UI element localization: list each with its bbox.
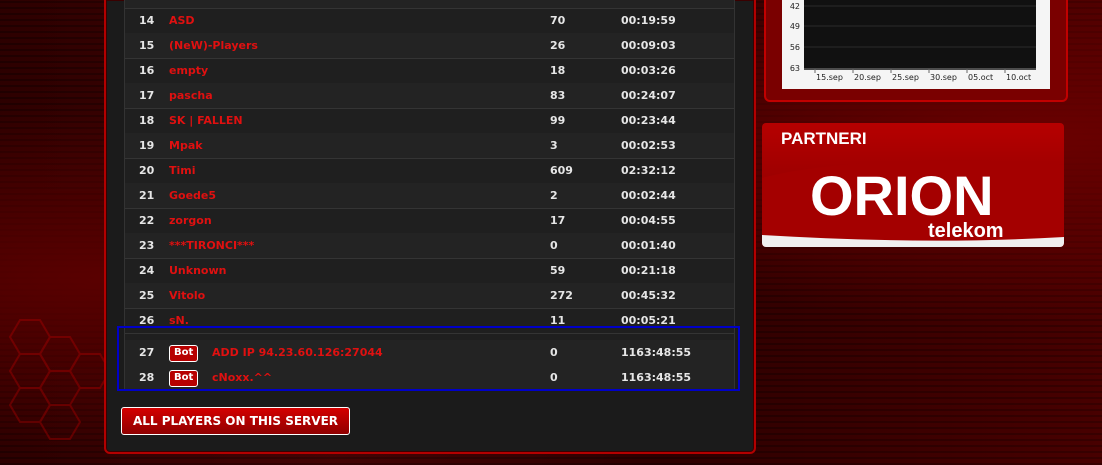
player-name[interactable]: zorgon: [169, 208, 212, 233]
player-rank: 19: [139, 139, 155, 152]
bot-badge: Bot: [169, 370, 199, 387]
table-row: 19 Mpak 3 00:02:53: [125, 133, 734, 159]
player-name[interactable]: Unknown: [169, 258, 226, 283]
player-score: 70: [550, 14, 566, 27]
player-time: 00:45:32: [621, 289, 676, 302]
player-name[interactable]: ASD: [169, 8, 195, 33]
svg-text:telekom: telekom: [928, 220, 1004, 242]
orion-telekom-logo: ORION telekom: [810, 165, 1004, 242]
table-row: 23 ***TIRONCI*** 0 00:01:40: [125, 233, 734, 259]
bot-badge: Bot: [169, 345, 199, 362]
table-row: 17 pascha 83 00:24:07: [125, 83, 734, 109]
player-history-chart: 42 49 56 63 15.sep 20.sep 25.sep 30.sep 05.oct 1…: [782, 0, 1050, 89]
player-score: 99: [550, 114, 566, 127]
table-row: 18 SK | FALLEN 99 00:23:44: [125, 108, 734, 134]
player-score: 83: [550, 89, 566, 102]
player-time: 1163:48:55: [621, 346, 692, 359]
player-name[interactable]: pascha: [169, 83, 213, 108]
player-rank: 16: [139, 64, 155, 77]
y-tick-label: 49: [790, 22, 800, 31]
player-table: 14 ASD 70 00:19:59 15 (NeW)-Players 26 00:09:03…: [124, 0, 735, 391]
x-tick-label: 20.sep: [854, 73, 881, 82]
table-row: 21 Goede5 2 00:02:44: [125, 183, 734, 209]
player-time: 1163:48:55: [621, 371, 692, 384]
player-name[interactable]: ADD IP 94.23.60.126:27044: [212, 340, 383, 365]
partner-title: PARTNERI: [781, 129, 867, 148]
bot-row: 28 Bot cNoxx.^^ 0 1163:48:55: [125, 365, 734, 391]
player-score: 0: [550, 239, 558, 252]
player-name[interactable]: sN.: [169, 308, 189, 333]
player-time: 00:19:59: [621, 14, 676, 27]
player-name[interactable]: (NeW)-Players: [169, 33, 258, 58]
all-players-button[interactable]: ALL PLAYERS ON THIS SERVER: [121, 407, 350, 435]
player-name[interactable]: cNoxx.^^: [212, 365, 272, 390]
y-tick-label: 42: [790, 2, 800, 11]
player-rank: 24: [139, 264, 155, 277]
player-rank: 26: [139, 314, 155, 327]
player-score: 17: [550, 214, 566, 227]
player-time: 00:02:44: [621, 189, 676, 202]
player-time: 00:21:18: [621, 264, 676, 277]
table-row: 15 (NeW)-Players 26 00:09:03: [125, 33, 734, 59]
player-score: 11: [550, 314, 566, 327]
player-name[interactable]: Mpak: [169, 133, 203, 158]
player-rank: 22: [139, 214, 155, 227]
player-name[interactable]: empty: [169, 58, 208, 83]
player-rank: 20: [139, 164, 155, 177]
player-name[interactable]: Timi: [169, 158, 196, 183]
player-rank: 14: [139, 14, 155, 27]
player-time: 00:01:40: [621, 239, 676, 252]
player-name[interactable]: ***TIRONCI***: [169, 233, 254, 258]
player-score: 609: [550, 164, 573, 177]
player-score: 26: [550, 39, 566, 52]
svg-text:ORION: ORION: [810, 165, 994, 227]
player-score: 18: [550, 64, 566, 77]
player-rank: 28: [139, 371, 155, 384]
hexagon-decoration: [8, 319, 105, 440]
player-time: 00:24:07: [621, 89, 676, 102]
player-time: 00:23:44: [621, 114, 676, 127]
player-name[interactable]: Goede5: [169, 183, 216, 208]
y-tick-label: 63: [790, 64, 800, 73]
player-rank: 21: [139, 189, 155, 202]
table-row: 14 ASD 70 00:19:59: [125, 8, 734, 34]
player-time: 00:04:55: [621, 214, 676, 227]
player-rank: 15: [139, 39, 155, 52]
player-rank: 17: [139, 89, 155, 102]
player-score: 3: [550, 139, 558, 152]
partner-box[interactable]: PARTNERI ORION telekom: [762, 123, 1064, 247]
x-tick-label: 05.oct: [968, 73, 993, 82]
bot-row: 27 Bot ADD IP 94.23.60.126:27044 0 1163:48:5…: [125, 340, 734, 366]
x-tick-label: 15.sep: [816, 73, 843, 82]
player-name[interactable]: Vitolo: [169, 283, 205, 308]
player-name[interactable]: SK | FALLEN: [169, 108, 243, 133]
table-row: 22 zorgon 17 00:04:55: [125, 208, 734, 234]
table-row: 26 sN. 11 00:05:21: [125, 308, 734, 334]
player-rank: 18: [139, 114, 155, 127]
table-row: 25 Vitolo 272 00:45:32: [125, 283, 734, 309]
player-score: 59: [550, 264, 566, 277]
y-tick-label: 56: [790, 43, 800, 52]
table-row: 16 empty 18 00:03:26: [125, 58, 734, 84]
x-tick-label: 30.sep: [930, 73, 957, 82]
player-time: 00:03:26: [621, 64, 676, 77]
player-time: 00:09:03: [621, 39, 676, 52]
x-tick-label: 25.sep: [892, 73, 919, 82]
player-score: 272: [550, 289, 573, 302]
player-rank: 25: [139, 289, 155, 302]
x-tick-label: 10.oct: [1006, 73, 1031, 82]
player-time: 00:05:21: [621, 314, 676, 327]
player-rank: 27: [139, 346, 155, 359]
player-time: 02:32:12: [621, 164, 676, 177]
player-score: 0: [550, 371, 558, 384]
player-list-panel: 14 ASD 70 00:19:59 15 (NeW)-Players 26 00:09:03…: [104, 0, 756, 454]
player-history-chart-panel: 42 49 56 63 15.sep 20.sep 25.sep 30.sep 05.oct 1…: [764, 0, 1068, 102]
player-rank: 23: [139, 239, 155, 252]
player-time: 00:02:53: [621, 139, 676, 152]
table-row: 24 Unknown 59 00:21:18: [125, 258, 734, 284]
table-row: 20 Timi 609 02:32:12: [125, 158, 734, 184]
player-score: 2: [550, 189, 558, 202]
player-score: 0: [550, 346, 558, 359]
